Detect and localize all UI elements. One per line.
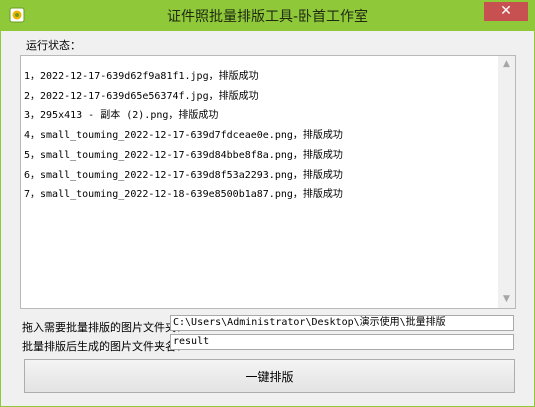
window-title: 证件照批量排版工具-卧首工作室 <box>166 9 369 25</box>
output-folder-label: 批量排版后生成的图片文件夹名： <box>22 340 187 353</box>
scroll-down-icon[interactable]: ▼ <box>498 291 515 308</box>
log-line: 7，small_touming_2022-12-18-639e8500b1a87… <box>24 189 343 200</box>
log-line: 6，small_touming_2022-12-17-639d8f53a2293… <box>24 170 343 181</box>
source-folder-label: 拖入需要批量排版的图片文件夹： <box>22 321 187 334</box>
scroll-up-icon[interactable]: ▲ <box>498 56 515 73</box>
close-button[interactable]: ✕ <box>484 2 528 21</box>
log-line: 4，small_touming_2022-12-17-639d7fdceae0e… <box>24 130 343 141</box>
log-line: 5，small_touming_2022-12-17-639d84bbe8f8a… <box>24 150 343 161</box>
title-bar[interactable]: 证件照批量排版工具-卧首工作室 ✕ <box>1 1 534 31</box>
app-window: 证件照批量排版工具-卧首工作室 ✕ 运行状态： 1，2022-12-17-639… <box>0 0 535 407</box>
status-label: 运行状态： <box>26 39 81 52</box>
log-line: 1，2022-12-17-639d62f9a81f1.jpg，排版成功 <box>24 71 259 82</box>
source-folder-input[interactable]: C:\Users\Administrator\Desktop\演示使用\批量排版 <box>170 315 514 331</box>
vertical-scrollbar[interactable]: ▲ ▼ <box>498 56 515 308</box>
log-line: 2，2022-12-17-639d65e56374f.jpg，排版成功 <box>24 91 259 102</box>
output-folder-input[interactable]: result <box>170 334 514 350</box>
log-line: 3，295x413 - 副本 (2).png，排版成功 <box>24 110 219 121</box>
status-log[interactable]: 1，2022-12-17-639d62f9a81f1.jpg，排版成功 2，20… <box>20 55 516 309</box>
run-layout-button[interactable]: 一键排版 <box>24 359 515 393</box>
